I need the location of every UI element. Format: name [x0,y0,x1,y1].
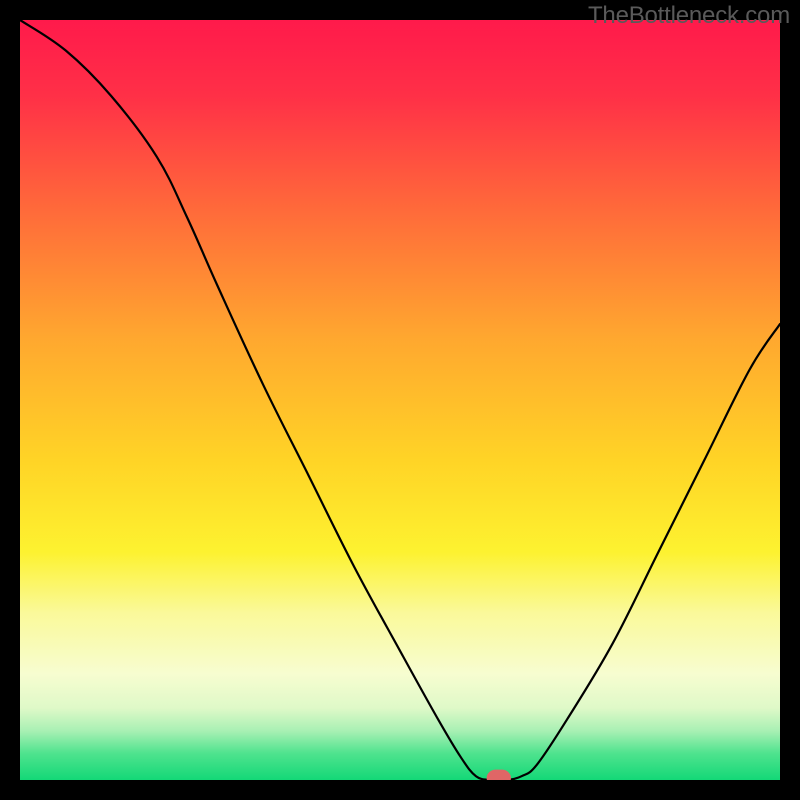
plot-area [20,20,780,780]
gradient-background [20,20,780,780]
chart-svg [20,20,780,780]
watermark-text: TheBottleneck.com [588,2,790,30]
chart-frame: TheBottleneck.com [0,0,800,800]
